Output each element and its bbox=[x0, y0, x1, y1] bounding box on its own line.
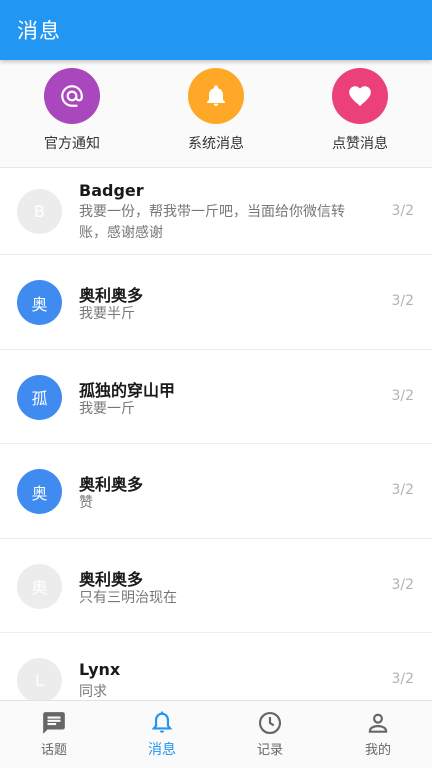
message-date: 3/2 bbox=[391, 671, 414, 687]
quick-actions: 官方通知 系统消息 点赞消息 bbox=[0, 60, 432, 168]
nav-label: 话题 bbox=[40, 743, 67, 758]
message-line: 我要一份，帮我带一斤吧，当面给你微信转 bbox=[79, 204, 345, 220]
message-line: 账，感谢感谢 bbox=[79, 225, 163, 241]
avatar: 孤 bbox=[17, 374, 62, 420]
message-date: 3/2 bbox=[391, 387, 414, 404]
message-preview: 赞 bbox=[79, 495, 93, 511]
person-icon bbox=[368, 713, 388, 733]
quick-action-label: 点赞消息 bbox=[332, 136, 388, 152]
nav-messages[interactable]: 消息 bbox=[108, 701, 216, 768]
bottom-navigation: 话题 消息 记录 我的 bbox=[0, 700, 432, 768]
message-date: 3/2 bbox=[391, 576, 414, 593]
message-date: 3/2 bbox=[391, 203, 414, 219]
nav-records[interactable]: 记录 bbox=[216, 701, 324, 768]
list-item[interactable]: L Lynx 同求 3/2 bbox=[0, 633, 432, 700]
heart-icon bbox=[332, 68, 388, 124]
message-preview: 我要一斤 bbox=[79, 400, 135, 417]
nav-label: 记录 bbox=[256, 743, 283, 758]
app-bar: 消息 bbox=[0, 0, 432, 60]
list-item[interactable]: 孤 孤独的穿山甲 我要一斤 3/2 bbox=[0, 349, 432, 444]
bell-icon bbox=[151, 711, 173, 733]
page-title: 消息 bbox=[17, 19, 61, 43]
sender-name: 奥利奥多 bbox=[79, 475, 144, 494]
bell-icon bbox=[188, 68, 244, 124]
sender-name: Lynx bbox=[79, 660, 121, 679]
system-message-button[interactable]: 系统消息 bbox=[144, 60, 288, 167]
clock-icon bbox=[258, 711, 282, 735]
message-preview: 我要一份，帮我带一斤吧，当面给你微信转 账，感谢感谢 bbox=[79, 202, 374, 244]
message-date: 3/2 bbox=[391, 482, 414, 498]
message-preview: 我要半斤 bbox=[79, 306, 135, 322]
quick-action-label: 官方通知 bbox=[44, 136, 100, 152]
nav-label: 消息 bbox=[148, 742, 176, 758]
likes-message-button[interactable]: 点赞消息 bbox=[288, 60, 432, 167]
sender-name: 奥利奥多 bbox=[79, 569, 144, 589]
avatar: 奥 bbox=[17, 469, 62, 514]
message-preview: 同求 bbox=[79, 684, 107, 700]
at-icon bbox=[44, 68, 100, 124]
list-item[interactable]: 奥 奥利奥多 只有三明治现在 3/2 bbox=[0, 538, 432, 633]
official-notice-button[interactable]: 官方通知 bbox=[0, 60, 144, 167]
list-item[interactable]: 奥 奥利奥多 赞 3/2 bbox=[0, 444, 432, 539]
nav-topics[interactable]: 话题 bbox=[0, 701, 108, 768]
message-preview: 只有三明治现在 bbox=[79, 589, 177, 606]
message-date: 3/2 bbox=[391, 293, 414, 309]
avatar: B bbox=[17, 189, 62, 234]
quick-action-label: 系统消息 bbox=[188, 136, 244, 152]
sender-name: 孤独的穿山甲 bbox=[79, 380, 176, 400]
list-item[interactable]: B Badger 我要一份，帮我带一斤吧，当面给你微信转 账，感谢感谢 3/2 bbox=[0, 168, 432, 255]
chat-icon bbox=[43, 712, 65, 734]
nav-label: 我的 bbox=[364, 743, 391, 758]
avatar: 奥 bbox=[17, 563, 62, 609]
avatar: 奥 bbox=[17, 280, 62, 325]
list-item[interactable]: 奥 奥利奥多 我要半斤 3/2 bbox=[0, 255, 432, 350]
avatar: L bbox=[17, 658, 62, 700]
sender-name: 奥利奥多 bbox=[79, 286, 144, 305]
sender-name: Badger bbox=[79, 181, 144, 200]
nav-profile[interactable]: 我的 bbox=[324, 701, 432, 768]
message-list[interactable]: B Badger 我要一份，帮我带一斤吧，当面给你微信转 账，感谢感谢 3/2 … bbox=[0, 168, 432, 700]
